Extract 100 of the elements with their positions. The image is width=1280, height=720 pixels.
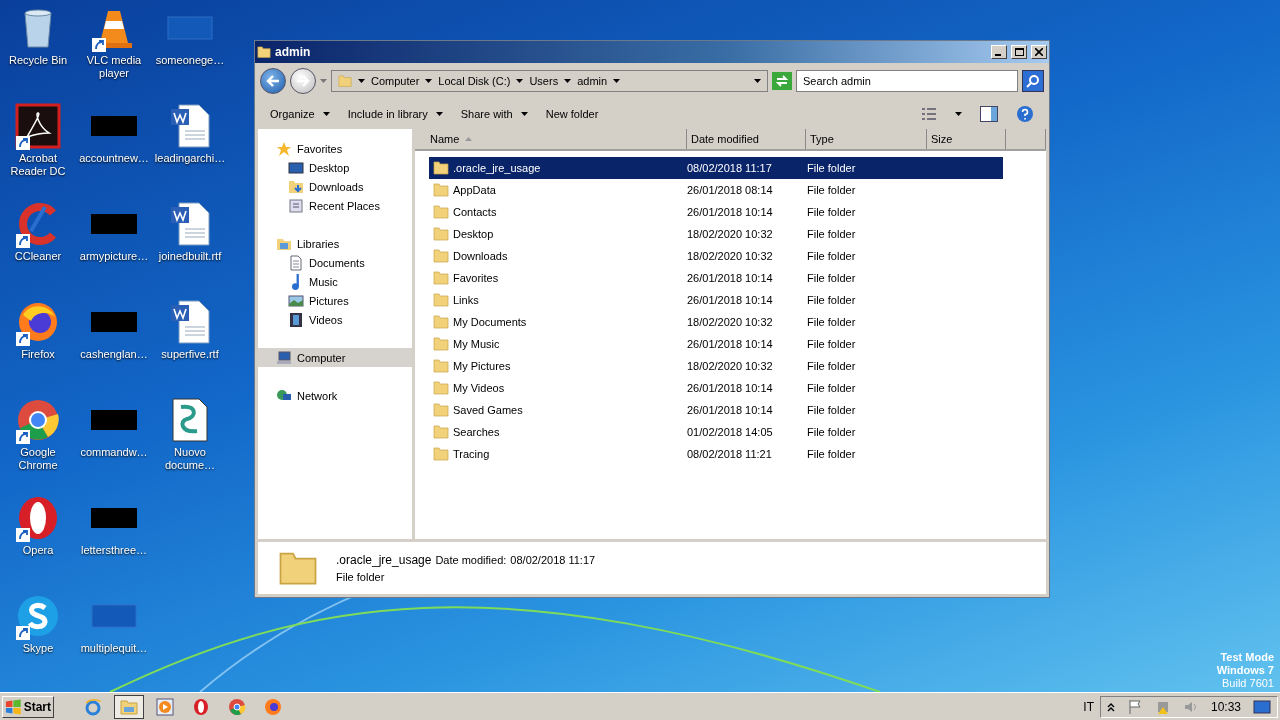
maximize-button[interactable] [1011, 45, 1027, 59]
file-row[interactable]: Searches 01/02/2018 14:05 File folder [429, 421, 1003, 443]
desktop-icon-label: multiplequit… [79, 642, 149, 655]
desktop-icon[interactable]: Skype [0, 592, 76, 690]
address-bar[interactable]: Computer Local Disk (C:) Users admin [331, 70, 768, 92]
minimize-button[interactable] [991, 45, 1007, 59]
dark-thumbnail-icon [91, 116, 137, 136]
date-cell: 18/02/2020 10:32 [687, 316, 773, 328]
file-name: AppData [453, 184, 496, 196]
file-name: Contacts [453, 206, 497, 218]
desktop-icon[interactable]: Nuovo docume… [152, 396, 228, 494]
desktop-icon[interactable]: Firefox [0, 298, 76, 396]
close-button[interactable] [1031, 45, 1047, 59]
column-header[interactable]: Date modified [687, 129, 806, 149]
language-indicator[interactable]: IT [1083, 699, 1094, 714]
desktop-icon[interactable]: Acrobat Reader DC [0, 102, 76, 200]
file-row[interactable]: Favorites 26/01/2018 10:14 File folder [429, 267, 1003, 289]
caret-icon [955, 112, 962, 116]
column-header[interactable]: Size [927, 129, 1006, 149]
desktop-icon-label: Google Chrome [17, 446, 59, 472]
forward-button[interactable] [290, 68, 316, 94]
type-cell: File folder [807, 206, 856, 218]
nav-item[interactable]: Documents [258, 253, 412, 272]
desktop-icon[interactable]: commandw… [76, 396, 152, 494]
nav-item[interactable]: Network [258, 386, 412, 405]
desktop-icon-label: someonege… [154, 54, 226, 67]
folder-icon [433, 205, 449, 219]
toolbar-button[interactable]: New folder [545, 106, 599, 122]
toolbar-button[interactable]: Include in library [347, 106, 443, 122]
nav-item[interactable]: Music [258, 272, 412, 291]
view-list-icon[interactable] [921, 107, 937, 121]
column-header[interactable]: Name [415, 129, 687, 149]
desktop-icon[interactable]: VLC media player [76, 4, 152, 102]
nav-item[interactable]: Recent Places [258, 196, 412, 215]
file-row[interactable]: My Music 26/01/2018 10:14 File folder [429, 333, 1003, 355]
nav-item[interactable]: Videos [258, 310, 412, 329]
taskbar-app-button[interactable] [114, 694, 144, 719]
clock[interactable]: 10:33 [1210, 699, 1241, 714]
nav-item[interactable]: Computer [258, 348, 412, 367]
file-row[interactable]: Saved Games 26/01/2018 10:14 File folder [429, 399, 1003, 421]
file-row[interactable]: My Videos 26/01/2018 10:14 File folder [429, 377, 1003, 399]
breadcrumb-item[interactable]: Users [529, 75, 559, 87]
file-row[interactable]: Tracing 08/02/2018 11:21 File folder [429, 443, 1003, 465]
back-button[interactable] [260, 68, 286, 94]
nav-item[interactable]: Libraries [258, 234, 412, 253]
desktop-icon[interactable]: multiplequit… [76, 592, 152, 690]
file-row[interactable]: Contacts 26/01/2018 10:14 File folder [429, 201, 1003, 223]
thumbnail-icon [91, 604, 137, 628]
breadcrumb-item[interactable]: admin [577, 75, 608, 87]
nav-item[interactable]: Downloads [258, 177, 412, 196]
desktop-icon-label: VLC media player [85, 54, 143, 80]
desktop-icon[interactable]: armypicture… [76, 200, 152, 298]
folder-icon [433, 161, 449, 175]
show-desktop-icon[interactable] [1253, 698, 1271, 715]
desktop-icon[interactable]: Google Chrome [0, 396, 76, 494]
detail-date: 08/02/2018 11:17 [510, 554, 596, 566]
desktop-icon[interactable]: someonege… [152, 4, 228, 102]
search-button[interactable] [1022, 70, 1044, 92]
desktop-icon[interactable]: Recycle Bin [0, 4, 76, 102]
breadcrumb-item[interactable]: Computer [371, 75, 420, 87]
file-row[interactable]: My Pictures 18/02/2020 10:32 File folder [429, 355, 1003, 377]
file-row[interactable]: Downloads 18/02/2020 10:32 File folder [429, 245, 1003, 267]
desktop-icon[interactable]: Opera [0, 494, 76, 592]
type-cell: File folder [807, 272, 856, 284]
date-cell: 26/01/2018 10:14 [687, 382, 773, 394]
folder-icon [433, 359, 449, 373]
download-folder-icon [288, 178, 304, 195]
help-icon[interactable] [1016, 105, 1034, 123]
column-header[interactable]: Type [806, 129, 927, 149]
file-row[interactable]: Links 26/01/2018 10:14 File folder [429, 289, 1003, 311]
breadcrumb-item[interactable]: Local Disk (C:) [438, 75, 511, 87]
desktop-icon[interactable]: leadingarchi… [152, 102, 228, 200]
preview-pane-icon[interactable] [980, 106, 998, 122]
file-name: Searches [453, 426, 500, 438]
flag-icon[interactable] [1126, 698, 1143, 715]
refresh-icon[interactable] [772, 72, 792, 90]
desktop-icon[interactable]: joinedbuilt.rtf [152, 200, 228, 298]
nav-item[interactable]: Desktop [258, 158, 412, 177]
nav-item[interactable]: Favorites [258, 139, 412, 158]
file-row[interactable]: AppData 26/01/2018 08:14 File folder [429, 179, 1003, 201]
dark-thumbnail-icon [91, 508, 137, 528]
desktop-icon[interactable]: lettersthree… [76, 494, 152, 592]
desktop-icon[interactable]: CCleaner [0, 200, 76, 298]
toolbar-button[interactable]: Share with [460, 106, 528, 122]
type-cell: File folder [807, 426, 856, 438]
search-field[interactable]: Search admin [796, 70, 1018, 92]
file-row[interactable]: Desktop 18/02/2020 10:32 File folder [429, 223, 1003, 245]
folder-icon [257, 45, 271, 59]
desktop-icon[interactable]: superfive.rtf [152, 298, 228, 396]
file-row[interactable]: My Documents 18/02/2020 10:32 File folder [429, 311, 1003, 333]
desktop-icon[interactable]: cashenglan… [76, 298, 152, 396]
toolbar-button[interactable]: Organize [270, 106, 330, 122]
file-row[interactable]: .oracle_jre_usage 08/02/2018 11:17 File folder [429, 157, 1003, 179]
desktop-icon-label: accountnew… [78, 152, 150, 165]
file-name: Favorites [453, 272, 499, 284]
desktop-icon[interactable]: accountnew… [76, 102, 152, 200]
nav-item[interactable]: Pictures [258, 291, 412, 310]
chevron-up-icon[interactable] [1106, 701, 1115, 712]
caret-icon [754, 79, 761, 83]
start-button[interactable]: Start [2, 695, 54, 718]
